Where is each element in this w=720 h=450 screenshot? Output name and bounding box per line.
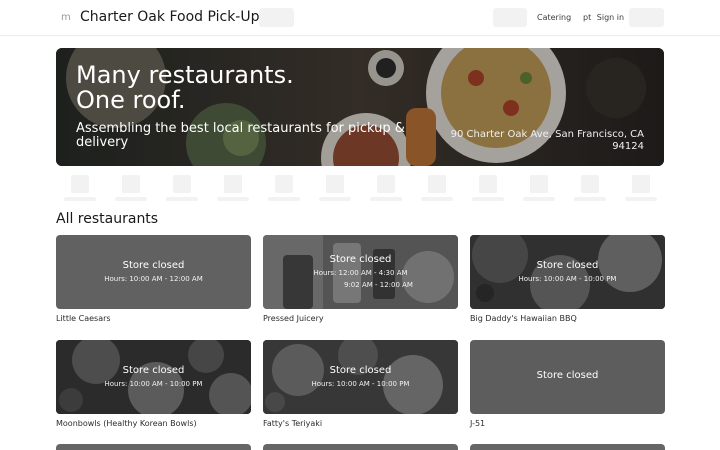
- store-hours: 9:02 AM - 12:00 AM: [344, 281, 413, 289]
- hero-subtitle: Assembling the best local restaurants fo…: [76, 121, 405, 150]
- hero-title: Many restaurants. One roof.: [76, 61, 294, 114]
- restaurant-image[interactable]: [56, 444, 251, 450]
- store-closed-label: Store closed: [329, 365, 392, 376]
- category-placeholder[interactable]: [214, 175, 252, 203]
- site-title[interactable]: Charter Oak Food Pick-Up: [80, 9, 259, 25]
- category-placeholder[interactable]: [163, 175, 201, 203]
- user-icon: pt: [583, 13, 592, 22]
- restaurant-card[interactable]: Store closed Hours: 10:00 AM - 12:00 AM …: [56, 235, 251, 327]
- category-placeholder[interactable]: [622, 175, 660, 203]
- category-placeholder[interactable]: [418, 175, 456, 203]
- store-hours: Hours: 10:00 AM - 10:00 PM: [311, 380, 410, 388]
- category-placeholder[interactable]: [520, 175, 558, 203]
- hero-address: 90 Charter Oak Ave, San Francisco, CA 94…: [450, 129, 644, 152]
- signin-link[interactable]: pt Sign in: [583, 13, 624, 22]
- category-placeholder[interactable]: [469, 175, 507, 203]
- restaurant-name: Pressed Juicery: [263, 314, 324, 323]
- hero-banner: Many restaurants. One roof. Assembling t…: [56, 48, 664, 166]
- restaurant-image: Store closed: [470, 340, 665, 414]
- category-placeholder[interactable]: [571, 175, 609, 203]
- restaurant-name: Moonbowls (Healthy Korean Bowls): [56, 419, 197, 428]
- category-carousel: [56, 175, 664, 205]
- store-closed-label: Store closed: [329, 254, 392, 265]
- restaurant-card[interactable]: Store closed Hours: 10:00 AM - 10:00 PM …: [56, 340, 251, 432]
- category-placeholder[interactable]: [265, 175, 303, 203]
- category-placeholder[interactable]: [61, 175, 99, 203]
- store-closed-label: Store closed: [122, 260, 185, 271]
- restaurant-name: Fatty's Teriyaki: [263, 419, 323, 428]
- catering-link[interactable]: Catering: [537, 13, 571, 22]
- category-placeholder[interactable]: [316, 175, 354, 203]
- restaurant-card[interactable]: Store closed Hours: 10:00 AM - 10:00 PM …: [263, 340, 458, 432]
- top-nav-bar: m Charter Oak Food Pick-Up Catering pt S…: [0, 0, 720, 36]
- store-closed-label: Store closed: [536, 260, 599, 271]
- restaurant-image: Store closed Hours: 10:00 AM - 12:00 AM: [56, 235, 251, 309]
- restaurant-image[interactable]: [470, 444, 665, 450]
- store-hours: Hours: 10:00 AM - 10:00 PM: [104, 380, 203, 388]
- restaurant-image: Store closed Hours: 10:00 AM - 10:00 PM: [470, 235, 665, 309]
- cart-button-placeholder[interactable]: [493, 8, 527, 27]
- order-button-placeholder[interactable]: [629, 8, 664, 27]
- store-closed-label: Store closed: [122, 365, 185, 376]
- restaurant-card[interactable]: Store closed Hours: 10:00 AM - 10:00 PM …: [470, 235, 665, 327]
- restaurant-name: Little Caesars: [56, 314, 111, 323]
- restaurant-image: Store closed Hours: 10:00 AM - 10:00 PM: [263, 340, 458, 414]
- restaurant-name: Big Daddy's Hawaiian BBQ: [470, 314, 577, 323]
- restaurant-image: Store closed Hours: 10:00 AM - 10:00 PM: [56, 340, 251, 414]
- store-hours: Hours: 10:00 AM - 12:00 AM: [104, 275, 203, 283]
- restaurant-image[interactable]: [263, 444, 458, 450]
- category-placeholder[interactable]: [367, 175, 405, 203]
- store-hours: Hours: 10:00 AM - 10:00 PM: [518, 275, 617, 283]
- category-placeholder[interactable]: [112, 175, 150, 203]
- restaurant-name: J-51: [470, 419, 486, 428]
- restaurant-card[interactable]: Store closed J-51: [470, 340, 665, 432]
- location-selector-placeholder[interactable]: [259, 8, 294, 27]
- menu-icon[interactable]: m: [61, 12, 71, 23]
- restaurant-image: Store closed Hours: 12:00 AM - 4:30 AM 9…: [263, 235, 458, 309]
- section-title: All restaurants: [56, 211, 159, 227]
- signin-label: Sign in: [596, 13, 625, 22]
- restaurant-card[interactable]: Store closed Hours: 12:00 AM - 4:30 AM 9…: [263, 235, 458, 327]
- store-hours: Hours: 12:00 AM - 4:30 AM: [313, 269, 408, 277]
- store-closed-label: Store closed: [536, 370, 599, 381]
